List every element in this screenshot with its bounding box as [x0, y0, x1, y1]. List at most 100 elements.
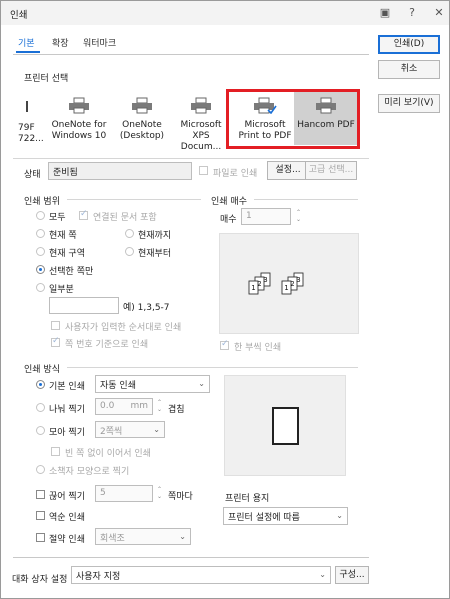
save-mode-value: 회색조	[100, 534, 125, 544]
page-number-basis-checkbox[interactable]: ✓	[51, 336, 60, 347]
printer-label-line1: OneNote	[122, 120, 162, 130]
linked-docs-checkbox[interactable]: ✓	[79, 209, 88, 220]
range-current-section-radio[interactable]	[36, 247, 45, 256]
paper-label: 프린터 용지	[225, 494, 270, 504]
printer-label-line2: 722...	[18, 134, 44, 144]
no-gap-checkbox[interactable]	[51, 447, 60, 456]
print-method-heading: 인쇄 방식	[24, 365, 60, 375]
tab-basic[interactable]: 기본	[18, 36, 35, 49]
booklet-radio[interactable]	[36, 465, 45, 474]
cancel-button[interactable]: 취소	[378, 60, 440, 79]
file-print-checkbox[interactable]	[199, 166, 208, 175]
tile-print-label: 나눠 찍기	[49, 405, 85, 415]
collect-print-radio[interactable]	[36, 426, 45, 435]
section-divider	[67, 367, 358, 368]
status-label: 상태	[24, 170, 41, 180]
user-order-checkbox[interactable]	[51, 321, 60, 330]
screen-icon[interactable]: ▣	[377, 5, 393, 21]
collect-select[interactable]: 2쪽씩 ⌄	[95, 421, 165, 438]
dialog-settings-select[interactable]: 사용자 지정 ⌄	[71, 566, 331, 584]
tile-size-input[interactable]: 0.0 mm	[95, 398, 153, 415]
range-example-label: 예) 1,3,5-7	[123, 303, 170, 313]
copies-label: 매수	[220, 215, 237, 225]
svg-text:2: 2	[257, 280, 261, 288]
advanced-button[interactable]: 고급 선택...	[305, 161, 357, 180]
file-print-label: 파일로 인쇄	[213, 169, 258, 179]
tile-spinner[interactable]: ⌃ ⌄	[155, 399, 164, 413]
printer-icon	[69, 97, 89, 114]
page-range-input[interactable]	[49, 297, 119, 314]
pull-unit-label: 쪽마다	[168, 492, 193, 502]
pull-pages-input[interactable]: 5	[95, 485, 153, 502]
linked-docs-label: 연결된 문서 포함	[93, 213, 157, 223]
copies-preview: 321 321	[219, 233, 359, 334]
pull-print-checkbox[interactable]	[36, 490, 45, 499]
page-number-basis-label: 쪽 번호 기준으로 인쇄	[65, 340, 149, 350]
reverse-print-checkbox[interactable]	[36, 511, 45, 520]
active-tab-indicator	[16, 51, 40, 53]
chevron-down-icon: ⌄	[319, 570, 326, 579]
tab-extended[interactable]: 확장	[52, 36, 69, 49]
save-mode-select[interactable]: 회색조 ⌄	[95, 528, 191, 545]
collate-illustration: 321 321	[248, 272, 304, 295]
printer-item-onenote-desktop[interactable]: OneNote (Desktop)	[116, 97, 168, 142]
range-current-section-label: 현재 구역	[49, 249, 85, 259]
close-icon[interactable]: ✕	[431, 5, 447, 21]
tile-print-radio[interactable]	[36, 403, 45, 412]
range-until-current-radio[interactable]	[125, 229, 134, 238]
print-button[interactable]: 인쇄(D)	[378, 35, 440, 54]
print-method-preview	[224, 375, 346, 476]
paper-select[interactable]: 프린터 설정에 따름 ⌄	[223, 507, 348, 525]
collate-checkbox[interactable]: ✓	[220, 339, 229, 350]
printer-highlight-frame	[226, 89, 360, 149]
svg-text:3: 3	[296, 276, 300, 284]
range-from-current-label: 현재부터	[138, 249, 172, 259]
copies-input[interactable]: 1	[241, 208, 291, 225]
user-order-label: 사용자가 입력한 순서대로 인쇄	[65, 323, 182, 333]
print-dialog: 인쇄 ▣ ? ✕ 기본 확장 워터마크 인쇄(D) 취소 미리 보기(V) 프린…	[0, 0, 450, 599]
svg-text:3: 3	[263, 276, 267, 284]
chevron-down-icon: ⌄	[198, 379, 205, 388]
chevron-down-icon: ⌄	[336, 511, 343, 520]
section-divider	[67, 199, 201, 200]
range-from-current-radio[interactable]	[125, 247, 134, 256]
printer-label-line2: (Desktop)	[119, 131, 165, 141]
chevron-down-icon: ⌄	[179, 532, 186, 541]
paper-value: 프린터 설정에 따름	[228, 513, 300, 523]
printer-label-line1: 79F	[18, 123, 35, 133]
preview-button[interactable]: 미리 보기(V)	[378, 94, 440, 113]
range-all-radio[interactable]	[36, 211, 45, 220]
printer-item-79f[interactable]: 79F 722...	[18, 97, 44, 145]
settings-button[interactable]: 설정...	[267, 161, 309, 180]
tab-watermark[interactable]: 워터마크	[83, 36, 116, 49]
range-partial-radio[interactable]	[36, 283, 45, 292]
printer-icon	[132, 97, 152, 114]
tab-panel-border	[13, 54, 369, 55]
basic-mode-value: 자동 인쇄	[100, 381, 136, 391]
basic-mode-select[interactable]: 자동 인쇄 ⌄	[95, 375, 210, 393]
printer-item-onenote-win10[interactable]: OneNote for Windows 10	[49, 97, 109, 142]
collect-print-label: 모아 찍기	[49, 428, 85, 438]
save-print-checkbox[interactable]	[36, 533, 45, 542]
printer-label-line2: Windows 10	[51, 131, 107, 141]
printer-label-line1: Microsoft	[180, 120, 222, 130]
printer-icon	[191, 97, 211, 114]
status-field: 준비됨	[48, 162, 192, 180]
no-gap-label: 빈 쪽 없이 이어서 인쇄	[65, 449, 151, 459]
config-button[interactable]: 구성...	[335, 566, 369, 584]
range-current-page-radio[interactable]	[36, 229, 45, 238]
overlap-label: 겹침	[168, 405, 185, 415]
page-preview-icon	[272, 407, 299, 445]
dialog-settings-value: 사용자 지정	[76, 572, 121, 582]
help-icon[interactable]: ?	[404, 5, 420, 21]
booklet-label: 소책자 모양으로 찍기	[49, 467, 130, 477]
printer-item-xps[interactable]: Microsoft XPS Docum...	[171, 97, 231, 153]
dialog-settings-label: 대화 상자 설정	[12, 575, 68, 585]
svg-text:1: 1	[251, 284, 255, 292]
range-selection-radio[interactable]	[36, 265, 45, 274]
section-divider	[254, 199, 358, 200]
svg-text:2: 2	[290, 280, 294, 288]
copies-spinner[interactable]: ⌃ ⌄	[294, 209, 303, 223]
pull-spinner[interactable]: ⌃ ⌄	[155, 486, 164, 500]
basic-print-radio[interactable]	[36, 380, 45, 389]
